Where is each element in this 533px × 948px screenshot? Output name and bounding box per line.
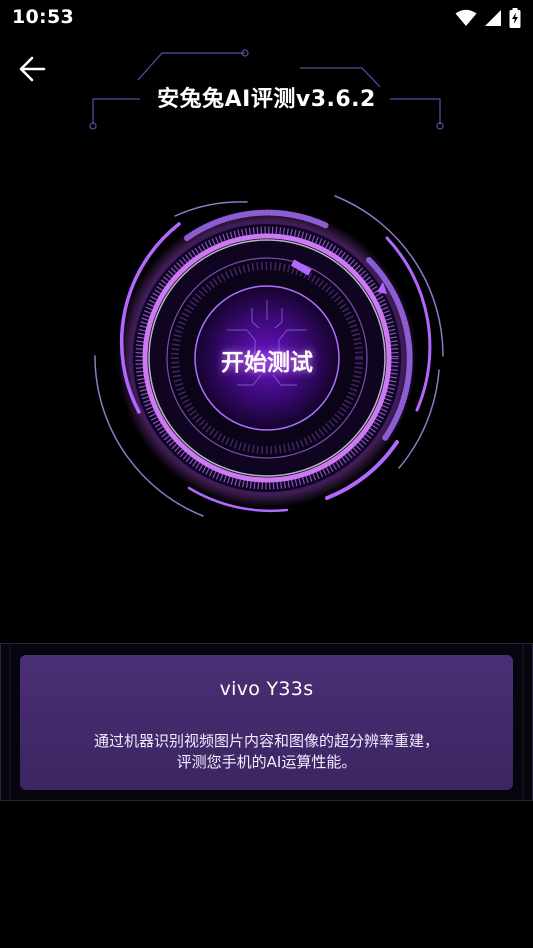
status-icons — [455, 7, 521, 29]
device-name: vivo Y33s — [219, 678, 314, 700]
status-time: 10:53 — [12, 6, 74, 28]
start-test-button[interactable]: 开始测试 — [190, 310, 344, 410]
description-line-1: 通过机器识别视频图片内容和图像的超分辨率重建， — [93, 732, 439, 750]
wifi-icon — [455, 9, 477, 26]
page-title: 安兔兔AI评测v3.6.2 — [157, 87, 376, 112]
status-bar: 10:53 — [0, 0, 533, 36]
description-line-2: 评测您手机的AI运算性能。 — [176, 753, 357, 771]
battery-charging-icon — [509, 8, 521, 28]
signal-icon — [485, 10, 501, 26]
